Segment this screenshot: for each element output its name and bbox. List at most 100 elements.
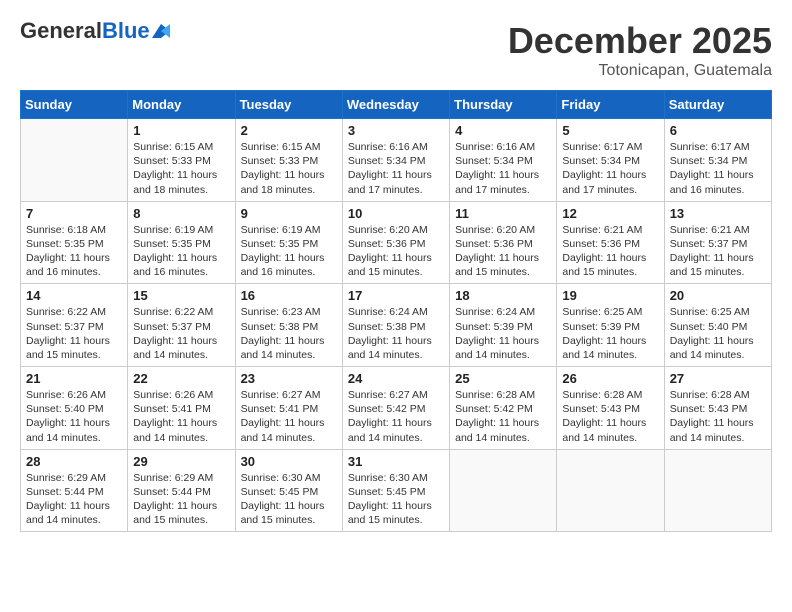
day-info: Sunrise: 6:21 AMSunset: 5:36 PMDaylight:… — [562, 223, 658, 280]
week-row-4: 21 Sunrise: 6:26 AMSunset: 5:40 PMDayligh… — [21, 367, 772, 450]
calendar-cell: 29 Sunrise: 6:29 AMSunset: 5:44 PMDayligh… — [128, 449, 235, 532]
day-info: Sunrise: 6:15 AMSunset: 5:33 PMDaylight:… — [241, 140, 337, 197]
calendar-cell: 3 Sunrise: 6:16 AMSunset: 5:34 PMDaylight… — [342, 119, 449, 202]
day-number: 29 — [133, 454, 229, 469]
day-info: Sunrise: 6:16 AMSunset: 5:34 PMDaylight:… — [348, 140, 444, 197]
day-info: Sunrise: 6:28 AMSunset: 5:43 PMDaylight:… — [562, 388, 658, 445]
location: Totonicapan, Guatemala — [508, 62, 772, 80]
calendar-cell: 1Sunrise: 6:15 AMSunset: 5:33 PMDaylight… — [128, 119, 235, 202]
day-info: Sunrise: 6:20 AMSunset: 5:36 PMDaylight:… — [455, 223, 551, 280]
weekday-row: SundayMondayTuesdayWednesdayThursdayFrid… — [21, 91, 772, 119]
calendar-cell: 9Sunrise: 6:19 AMSunset: 5:35 PMDaylight… — [235, 201, 342, 284]
calendar-cell: 28 Sunrise: 6:29 AMSunset: 5:44 PMDayligh… — [21, 449, 128, 532]
week-row-1: 1 Sunrise: 6:15 AMSunset: 5:33 PMDaylight… — [21, 119, 772, 202]
calendar-cell: 5Sunrise: 6:17 AMSunset: 5:34 PMDaylight… — [557, 119, 664, 202]
calendar-cell: 11 Sunrise: 6:20 AMSunset: 5:36 PMDayligh… — [450, 201, 557, 284]
day-number: 5 — [562, 123, 658, 138]
day-info: Sunrise: 6:29 AMSunset: 5:44 PMDaylight:… — [26, 471, 122, 528]
day-info: Sunrise: 6:27 AMSunset: 5:41 PMDaylight:… — [241, 388, 337, 445]
day-number: 4 — [455, 123, 551, 138]
day-info: Sunrise: 6:23 AMSunset: 5:38 PMDaylight:… — [241, 305, 337, 362]
day-info: Sunrise: 6:19 AMSunset: 5:35 PMDaylight:… — [241, 223, 337, 280]
calendar-table: SundayMondayTuesdayWednesdayThursdayFrid… — [20, 90, 772, 532]
week-row-5: 28 Sunrise: 6:29 AMSunset: 5:44 PMDayligh… — [21, 449, 772, 532]
calendar-cell — [450, 449, 557, 532]
day-number: 13 — [670, 206, 766, 221]
calendar-cell: 21 Sunrise: 6:26 AMSunset: 5:40 PMDayligh… — [21, 367, 128, 450]
day-info: Sunrise: 6:28 AMSunset: 5:42 PMDaylight:… — [455, 388, 551, 445]
day-number: 10 — [348, 206, 444, 221]
calendar-cell: 10 Sunrise: 6:20 AMSunset: 5:36 PMDayligh… — [342, 201, 449, 284]
day-number: 2 — [241, 123, 337, 138]
day-number: 20 — [670, 288, 766, 303]
calendar-cell: 22 Sunrise: 6:26 AMSunset: 5:41 PMDayligh… — [128, 367, 235, 450]
calendar-cell: 23 Sunrise: 6:27 AMSunset: 5:41 PMDayligh… — [235, 367, 342, 450]
calendar-cell: 31 Sunrise: 6:30 AMSunset: 5:45 PMDayligh… — [342, 449, 449, 532]
calendar-cell: 2 Sunrise: 6:15 AMSunset: 5:33 PMDaylight… — [235, 119, 342, 202]
day-info: Sunrise: 6:19 AMSunset: 5:35 PMDaylight:… — [133, 223, 229, 280]
title-block: December 2025 Totonicapan, Guatemala — [508, 20, 772, 80]
weekday-friday: Friday — [557, 91, 664, 119]
day-info: Sunrise: 6:16 AMSunset: 5:34 PMDaylight:… — [455, 140, 551, 197]
day-info: Sunrise: 6:24 AMSunset: 5:39 PMDaylight:… — [455, 305, 551, 362]
day-number: 1 — [133, 123, 229, 138]
calendar-cell: 20 Sunrise: 6:25 AMSunset: 5:40 PMDayligh… — [664, 284, 771, 367]
day-number: 24 — [348, 371, 444, 386]
day-number: 15 — [133, 288, 229, 303]
day-info: Sunrise: 6:30 AMSunset: 5:45 PMDaylight:… — [348, 471, 444, 528]
day-info: Sunrise: 6:29 AMSunset: 5:44 PMDaylight:… — [133, 471, 229, 528]
calendar-cell: 4 Sunrise: 6:16 AMSunset: 5:34 PMDaylight… — [450, 119, 557, 202]
week-row-2: 7Sunrise: 6:18 AMSunset: 5:35 PMDaylight… — [21, 201, 772, 284]
weekday-sunday: Sunday — [21, 91, 128, 119]
calendar-body: 1 Sunrise: 6:15 AMSunset: 5:33 PMDaylight… — [21, 119, 772, 532]
day-info: Sunrise: 6:25 AMSunset: 5:39 PMDaylight:… — [562, 305, 658, 362]
logo-text: GeneralBlue — [20, 20, 150, 42]
calendar-cell: 17Sunrise: 6:24 AMSunset: 5:38 PMDayligh… — [342, 284, 449, 367]
day-number: 30 — [241, 454, 337, 469]
week-row-3: 14Sunrise: 6:22 AMSunset: 5:37 PMDayligh… — [21, 284, 772, 367]
day-number: 28 — [26, 454, 122, 469]
page-header: GeneralBlue December 2025 Totonicapan, G… — [20, 20, 772, 80]
calendar-cell: 6Sunrise: 6:17 AMSunset: 5:34 PMDaylight… — [664, 119, 771, 202]
weekday-thursday: Thursday — [450, 91, 557, 119]
day-number: 27 — [670, 371, 766, 386]
day-info: Sunrise: 6:26 AMSunset: 5:40 PMDaylight:… — [26, 388, 122, 445]
day-number: 3 — [348, 123, 444, 138]
day-number: 26 — [562, 371, 658, 386]
month-year: December 2025 — [508, 20, 772, 62]
calendar-cell: 16 Sunrise: 6:23 AMSunset: 5:38 PMDayligh… — [235, 284, 342, 367]
day-number: 16 — [241, 288, 337, 303]
logo: GeneralBlue — [20, 20, 170, 42]
day-info: Sunrise: 6:27 AMSunset: 5:42 PMDaylight:… — [348, 388, 444, 445]
day-info: Sunrise: 6:28 AMSunset: 5:43 PMDaylight:… — [670, 388, 766, 445]
weekday-monday: Monday — [128, 91, 235, 119]
calendar-cell: 24 Sunrise: 6:27 AMSunset: 5:42 PMDayligh… — [342, 367, 449, 450]
day-number: 11 — [455, 206, 551, 221]
calendar-cell: 27 Sunrise: 6:28 AMSunset: 5:43 PMDayligh… — [664, 367, 771, 450]
day-info: Sunrise: 6:26 AMSunset: 5:41 PMDaylight:… — [133, 388, 229, 445]
day-info: Sunrise: 6:18 AMSunset: 5:35 PMDaylight:… — [26, 223, 122, 280]
day-number: 21 — [26, 371, 122, 386]
calendar-cell: 26 Sunrise: 6:28 AMSunset: 5:43 PMDayligh… — [557, 367, 664, 450]
calendar-cell: 14Sunrise: 6:22 AMSunset: 5:37 PMDayligh… — [21, 284, 128, 367]
day-number: 18 — [455, 288, 551, 303]
calendar-cell: 13Sunrise: 6:21 AMSunset: 5:37 PMDayligh… — [664, 201, 771, 284]
weekday-tuesday: Tuesday — [235, 91, 342, 119]
day-number: 19 — [562, 288, 658, 303]
day-number: 17 — [348, 288, 444, 303]
day-number: 6 — [670, 123, 766, 138]
calendar-cell: 7Sunrise: 6:18 AMSunset: 5:35 PMDaylight… — [21, 201, 128, 284]
day-number: 22 — [133, 371, 229, 386]
day-number: 25 — [455, 371, 551, 386]
day-number: 23 — [241, 371, 337, 386]
calendar-cell: 15Sunrise: 6:22 AMSunset: 5:37 PMDayligh… — [128, 284, 235, 367]
day-number: 8 — [133, 206, 229, 221]
calendar-cell — [21, 119, 128, 202]
day-number: 31 — [348, 454, 444, 469]
calendar-cell: 12Sunrise: 6:21 AMSunset: 5:36 PMDayligh… — [557, 201, 664, 284]
day-info: Sunrise: 6:25 AMSunset: 5:40 PMDaylight:… — [670, 305, 766, 362]
day-number: 14 — [26, 288, 122, 303]
calendar-cell: 30Sunrise: 6:30 AMSunset: 5:45 PMDayligh… — [235, 449, 342, 532]
calendar-cell: 18 Sunrise: 6:24 AMSunset: 5:39 PMDayligh… — [450, 284, 557, 367]
day-info: Sunrise: 6:20 AMSunset: 5:36 PMDaylight:… — [348, 223, 444, 280]
